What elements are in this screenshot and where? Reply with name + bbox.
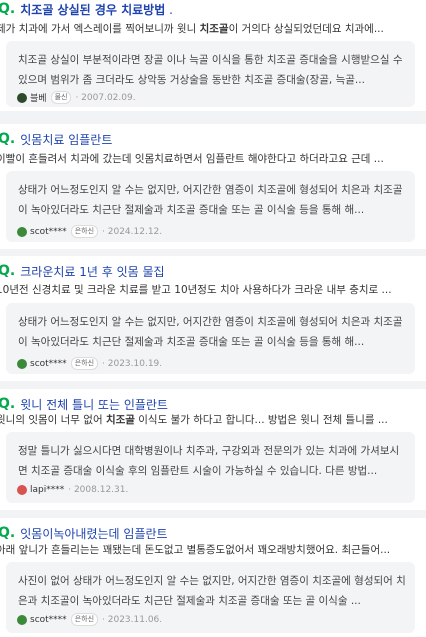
author-badge: 은하신 [70, 613, 99, 626]
answer-snippet: 상태가 어느정도인지 알 수는 없지만, 어지간한 염증이 치조골에 형성되어 … [18, 316, 403, 348]
answer-meta: scot**** 은하신 · 2023.10.19. [17, 357, 162, 370]
result-card[interactable]: Q. 잇몸이녹아내렸는데 임플란트 아래 앞니가 흔들리는는 꽤됐는데 돈도없고… [0, 518, 426, 637]
answer-box[interactable]: 상태가 어느정도인지 알 수는 없지만, 어지간한 염증이 치조골에 형성되어 … [6, 171, 415, 242]
author-name[interactable]: lapi**** [30, 485, 64, 495]
answer-date: · 2007.02.09. [75, 92, 136, 103]
answer-date: · 2023.11.06. [102, 614, 163, 625]
question-title[interactable]: 크라운치료 1년 후 잇몸 물집 [20, 263, 164, 280]
question-icon: Q. [0, 396, 16, 412]
question-title[interactable]: 치조골 상실된 경우 치료방법 . [20, 1, 173, 18]
answer-meta: scot**** 은하신 · 2023.11.06. [17, 613, 162, 626]
answer-date: · 2024.12.12. [102, 226, 163, 237]
question-title[interactable]: 잇몸이녹아내렸는데 임플란트 [20, 525, 167, 542]
question-snippet: 제가 치과에 가서 엑스레이를 찍어보니까 윗니 치조골이 거의다 상실되었던데… [0, 23, 384, 35]
question-title-row[interactable]: Q. 잇몸이녹아내렸는데 임플란트 [0, 524, 168, 542]
question-title-row[interactable]: Q. 윗니 전체 틀니 또는 인플란트 [0, 395, 168, 413]
question-title[interactable]: 윗니 전체 틀니 또는 인플란트 [20, 396, 168, 413]
result-card[interactable]: Q. 잇몸치료 임플란트 이빨이 흔들려서 치과에 갔는데 잇몸치료하면서 임플… [0, 124, 426, 249]
question-icon: Q. [0, 263, 16, 279]
question-title[interactable]: 잇몸치료 임플란트 [20, 131, 112, 148]
answer-date: · 2023.10.19. [102, 358, 163, 369]
avatar [17, 485, 27, 495]
question-title-row[interactable]: Q. 잇몸치료 임플란트 [0, 130, 112, 148]
answer-box[interactable]: 치조골 상실이 부분적이라면 장골 이나 늑골 이식을 통한 치조골 증대술을 … [6, 41, 415, 107]
result-card[interactable]: Q. 치조골 상실된 경우 치료방법 . 제가 치과에 가서 엑스레이를 찍어보… [0, 0, 426, 111]
author-badge: 물신 [50, 91, 72, 104]
answer-meta: scot**** 은하신 · 2024.12.12. [17, 225, 162, 238]
answer-snippet: 사진이 없어 상태가 어느정도인지 알 수는 없지만, 어지간한 염증이 치조골… [18, 575, 406, 607]
answer-meta: lapi**** · 2008.12.31. [17, 485, 128, 495]
answer-date: · 2008.12.31. [68, 485, 129, 495]
answer-snippet: 치조골 상실이 부분적이라면 장골 이나 늑골 이식을 통한 치조골 증대술을 … [18, 54, 403, 86]
question-title-row[interactable]: Q. 치조골 상실된 경우 치료방법 . [0, 0, 173, 18]
question-icon: Q. [0, 525, 16, 541]
answer-meta: 블베 물신 · 2007.02.09. [17, 91, 136, 104]
author-name[interactable]: scot**** [30, 615, 67, 625]
author-badge: 은하신 [70, 225, 99, 238]
question-snippet: 윗니의 잇몸이 너무 없어 치조골 이식도 불가 하다고 합니다... 방법은 … [0, 414, 388, 426]
answer-box[interactable]: 정말 틀니가 싫으시다면 대학병원이나 치주과, 구강외과 전문의가 있는 치과… [6, 432, 415, 503]
answer-snippet: 정말 틀니가 싫으시다면 대학병원이나 치주과, 구강외과 전문의가 있는 치과… [18, 445, 400, 477]
result-card[interactable]: Q. 크라운치료 1년 후 잇몸 물집 10년전 신경치료 및 크라운 치료를 … [0, 256, 426, 381]
author-name[interactable]: 블베 [30, 91, 47, 104]
avatar [17, 358, 27, 369]
author-name[interactable]: scot**** [30, 227, 67, 237]
answer-snippet: 상태가 어느정도인지 알 수는 없지만, 어지간한 염증이 치조골에 형성되어 … [18, 184, 403, 216]
question-snippet: 아래 앞니가 흔들리는는 꽤됐는데 돈도없고 별통증도없어서 꽤오래방치했어요.… [0, 544, 391, 556]
author-badge: 은하신 [70, 357, 99, 370]
answer-box[interactable]: 사진이 없어 상태가 어느정도인지 알 수는 없지만, 어지간한 염증이 치조골… [6, 562, 415, 633]
avatar [17, 226, 27, 237]
question-snippet: 이빨이 흔들려서 치과에 갔는데 잇몸치료하면서 임플란트 해야한다고 하더라고… [0, 153, 384, 165]
author-name[interactable]: scot**** [30, 359, 67, 369]
answer-box[interactable]: 상태가 어느정도인지 알 수는 없지만, 어지간한 염증이 치조골에 형성되어 … [6, 303, 415, 374]
question-title-row[interactable]: Q. 크라운치료 1년 후 잇몸 물집 [0, 262, 165, 280]
result-card[interactable]: Q. 윗니 전체 틀니 또는 인플란트 윗니의 잇몸이 너무 없어 치조골 이식… [0, 389, 426, 510]
question-icon: Q. [0, 1, 16, 17]
question-icon: Q. [0, 131, 16, 147]
question-snippet: 10년전 신경치료 및 크라운 치료를 받고 10년정도 치아 사용하다가 크라… [0, 284, 392, 296]
avatar [17, 92, 27, 103]
avatar [17, 614, 27, 625]
